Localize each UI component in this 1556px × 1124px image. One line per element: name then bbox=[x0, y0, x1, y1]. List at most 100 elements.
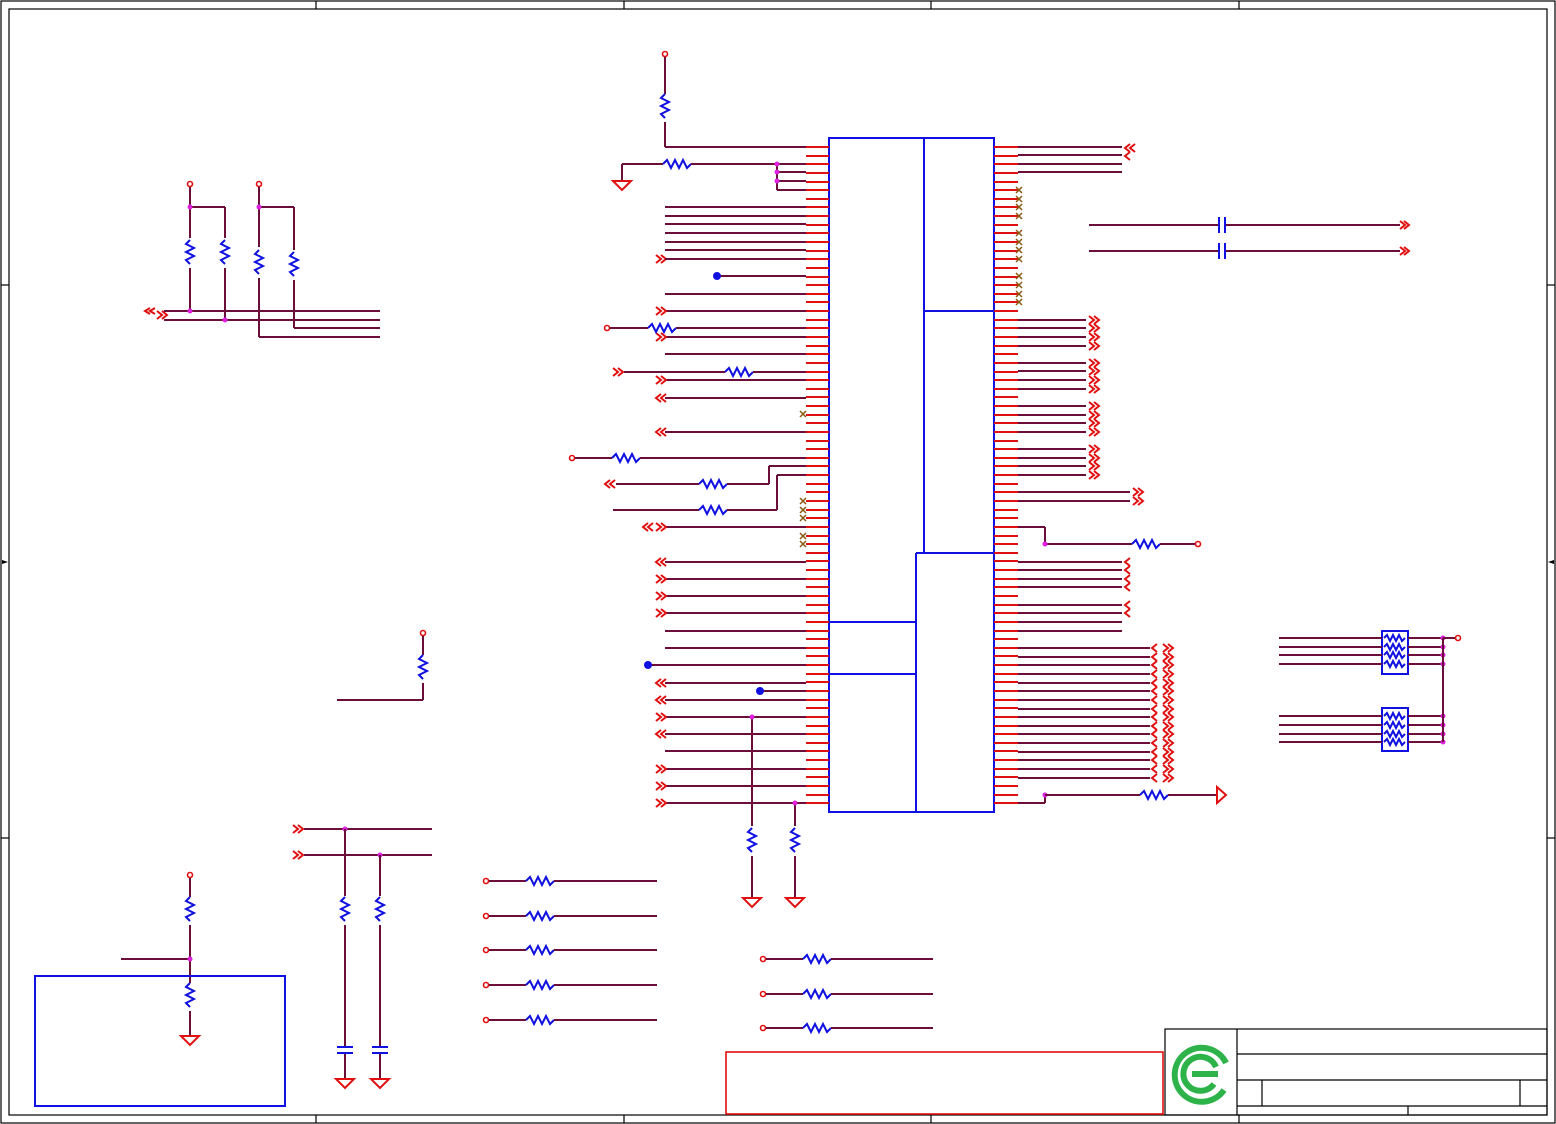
resistor-icon bbox=[1383, 719, 1406, 731]
bottom-pulldowns bbox=[740, 714, 807, 909]
resistor-icon bbox=[1383, 710, 1406, 722]
offpage-arrow-icon bbox=[654, 695, 667, 705]
rc-filter-network bbox=[292, 824, 432, 1090]
no-connect-x-icon bbox=[799, 497, 807, 505]
offpage-arrow-icon bbox=[655, 574, 668, 584]
offpage-arrow-icon bbox=[655, 591, 668, 601]
resistor-icon bbox=[1383, 632, 1406, 644]
resistor-icon bbox=[1383, 658, 1406, 670]
offpage-arrow-icon bbox=[1123, 143, 1136, 153]
offpage-arrow-icon bbox=[1132, 496, 1145, 506]
note-box bbox=[725, 1051, 1164, 1115]
offpage-arrow-icon bbox=[654, 393, 667, 403]
offpage-arrow-icon bbox=[1123, 600, 1131, 610]
offpage-arrow-icon bbox=[1088, 453, 1101, 463]
resistor-icon bbox=[802, 1021, 832, 1035]
offpage-arrow-icon bbox=[1088, 341, 1101, 351]
offpage-arrow-icon bbox=[1088, 375, 1101, 385]
offpage-arrow-icon bbox=[1123, 565, 1131, 575]
offpage-arrow-icon bbox=[1150, 678, 1175, 688]
no-connect-x-icon bbox=[799, 514, 807, 522]
offpage-arrow-icon bbox=[1088, 332, 1101, 342]
offpage-arrow-icon bbox=[1088, 418, 1101, 428]
offpage-arrow-icon bbox=[143, 307, 156, 315]
title-block bbox=[1164, 1028, 1548, 1116]
offpage-arrow-icon bbox=[655, 798, 668, 808]
resistor-icon bbox=[1383, 649, 1406, 661]
voltage-divider bbox=[34, 871, 286, 1107]
offpage-arrow-icon bbox=[654, 557, 667, 567]
offpage-arrow-icon bbox=[654, 678, 667, 688]
offpage-arrow-icon bbox=[1150, 669, 1175, 679]
offpage-arrow-icon bbox=[1150, 729, 1175, 739]
offpage-arrow-icon bbox=[655, 306, 668, 316]
no-connect-x-icon bbox=[799, 506, 807, 514]
offpage-arrow-icon bbox=[1150, 755, 1175, 765]
top-pullup-resistor bbox=[610, 50, 806, 192]
offpage-arrow-icon bbox=[1123, 582, 1131, 592]
offpage-arrow-icon bbox=[1088, 461, 1101, 471]
resistor-icon bbox=[802, 952, 832, 966]
resistor-icon bbox=[525, 978, 555, 992]
company-logo-icon bbox=[1171, 1044, 1229, 1105]
resistor-icon bbox=[1383, 728, 1406, 740]
resistor-icon bbox=[1383, 641, 1406, 653]
offpage-arrow-icon bbox=[1150, 747, 1175, 757]
offpage-arrow-icon bbox=[1088, 384, 1101, 394]
series-resistors bbox=[482, 874, 933, 1035]
schematic-sheet bbox=[0, 0, 1556, 1124]
offpage-arrow-icon bbox=[655, 332, 668, 342]
offpage-arrow-icon bbox=[1132, 487, 1145, 497]
offpage-arrow-icon bbox=[654, 729, 667, 739]
offpage-arrow-icon bbox=[1123, 557, 1131, 567]
offpage-arrow-icon bbox=[1150, 773, 1175, 783]
offpage-arrow-icon bbox=[1088, 323, 1101, 333]
offpage-arrow-icon bbox=[655, 254, 668, 264]
resistor-icon bbox=[525, 874, 555, 888]
no-connect-x-icon bbox=[799, 410, 807, 418]
ground-symbol-icon bbox=[610, 180, 634, 192]
offpage-arrow-icon bbox=[1088, 401, 1101, 411]
offpage-arrow-icon bbox=[1123, 608, 1131, 618]
resistor-array-right bbox=[1279, 630, 1462, 752]
offpage-arrow-icon bbox=[1088, 444, 1101, 454]
offpage-arrow-icon bbox=[655, 375, 668, 385]
resistor-icon bbox=[525, 943, 555, 957]
offpage-arrow-icon bbox=[654, 427, 667, 437]
ic-right-pins bbox=[994, 143, 1175, 804]
resistor-icon bbox=[525, 1013, 555, 1027]
offpage-arrow-icon bbox=[1088, 410, 1101, 420]
offpage-arrow-icon bbox=[1150, 643, 1175, 653]
ac-coupling-capacitors bbox=[1089, 217, 1411, 259]
offpage-arrow-icon bbox=[1150, 704, 1175, 714]
mid-pullup bbox=[337, 629, 430, 701]
offpage-arrow-icon bbox=[655, 781, 668, 791]
offpage-arrow-icon bbox=[1088, 427, 1101, 437]
pullup-network-left bbox=[143, 180, 380, 338]
main-ic-symbol bbox=[828, 137, 995, 813]
offpage-arrow-icon bbox=[1150, 686, 1175, 696]
offpage-arrow-icon bbox=[1150, 712, 1175, 722]
offpage-arrow-icon bbox=[1123, 574, 1131, 584]
offpage-arrow-icon bbox=[655, 764, 668, 774]
offpage-arrow-icon bbox=[655, 712, 668, 722]
no-connect-x-icon bbox=[799, 532, 807, 540]
no-connect-x-icon bbox=[799, 540, 807, 548]
offpage-arrow-icon bbox=[1150, 738, 1175, 748]
offpage-arrow-icon bbox=[1150, 652, 1175, 662]
offpage-arrow-icon bbox=[641, 522, 654, 532]
offpage-arrow-icon bbox=[1088, 470, 1101, 480]
resistor-icon bbox=[525, 909, 555, 923]
offpage-arrow-icon bbox=[1150, 764, 1175, 774]
resistor-icon bbox=[802, 987, 832, 1001]
ic-left-pins bbox=[641, 146, 829, 808]
offpage-arrow-icon bbox=[1150, 721, 1175, 731]
offpage-arrow-icon bbox=[1150, 695, 1175, 705]
resistor-icon bbox=[1383, 736, 1406, 748]
offpage-arrow-icon bbox=[1123, 151, 1131, 161]
offpage-arrow-icon bbox=[1088, 366, 1101, 376]
offpage-arrow-icon bbox=[1150, 660, 1175, 670]
offpage-arrow-icon bbox=[1088, 315, 1101, 325]
offpage-arrow-icon bbox=[1088, 358, 1101, 368]
offpage-arrow-icon bbox=[655, 522, 668, 532]
